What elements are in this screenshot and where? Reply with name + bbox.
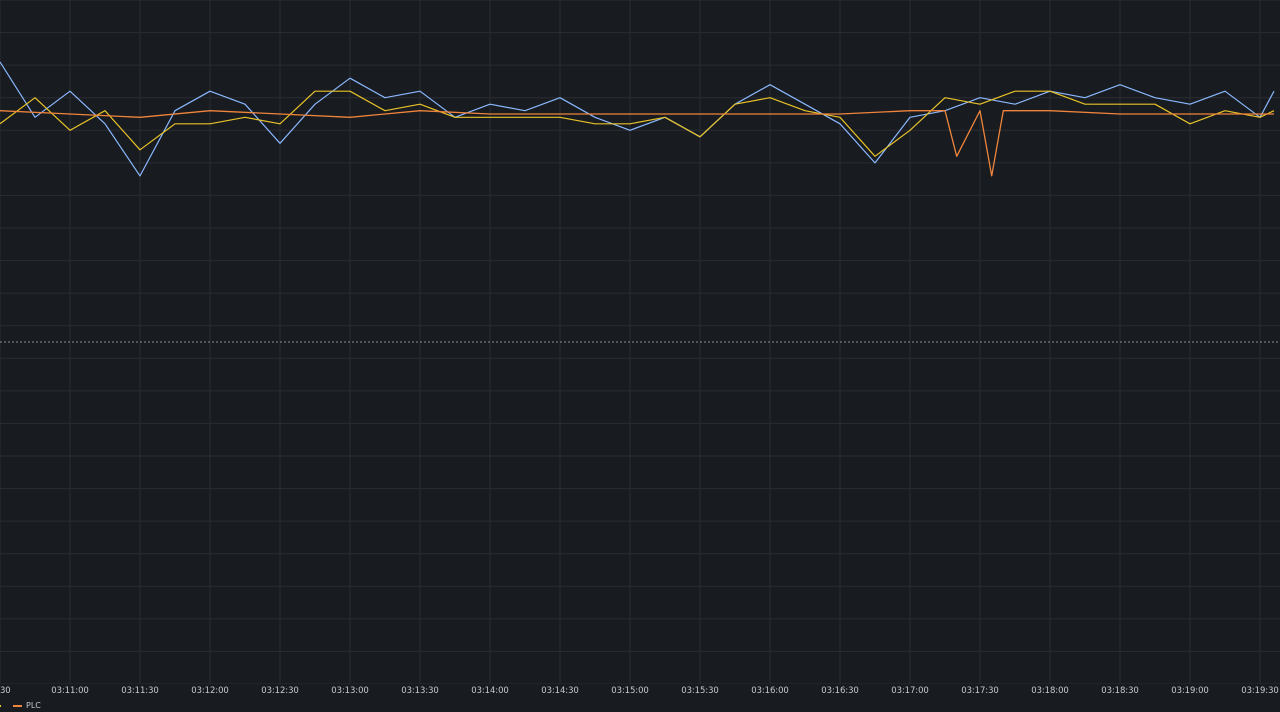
x-tick-label: 03:18:30 [1101, 686, 1139, 696]
x-tick-label: 03:11:30 [121, 686, 159, 696]
series-lines [0, 61, 1275, 177]
x-axis: 30 03:11:00 03:11:30 03:12:00 03:12:30 03:13:… [0, 684, 1280, 700]
series-line-1 [0, 90, 1275, 157]
x-tick-label: 03:15:00 [611, 686, 649, 696]
series-line-plc [0, 110, 1274, 177]
x-tick-label: 03:12:30 [261, 686, 299, 696]
x-tick-label: 03:19:30 [1241, 686, 1279, 696]
x-tick-label: 03:14:00 [471, 686, 509, 696]
timeseries-plot[interactable] [0, 0, 1280, 684]
x-tick-label: 03:17:30 [961, 686, 999, 696]
x-tick-label: 03:17:00 [891, 686, 929, 696]
x-tick-label: 03:15:30 [681, 686, 719, 696]
x-tick-label: 03:19:00 [1171, 686, 1209, 696]
x-tick-label: 03:13:00 [331, 686, 369, 696]
x-tick-label: 30 [0, 686, 11, 696]
x-tick-label: 03:14:30 [541, 686, 579, 696]
legend: PLC [0, 699, 49, 712]
x-tick-label: 03:16:00 [751, 686, 789, 696]
x-tick-label: 03:12:00 [191, 686, 229, 696]
legend-swatch [0, 704, 1, 707]
x-tick-label: 03:13:30 [401, 686, 439, 696]
legend-swatch-plc [13, 704, 22, 707]
x-tick-label: 03:18:00 [1031, 686, 1069, 696]
x-tick-label: 03:16:30 [821, 686, 859, 696]
series-line-0 [0, 61, 1275, 177]
x-tick-label: 03:11:00 [51, 686, 89, 696]
legend-item[interactable] [0, 704, 5, 707]
legend-item-plc[interactable]: PLC [13, 701, 41, 710]
legend-label-plc: PLC [26, 701, 41, 710]
